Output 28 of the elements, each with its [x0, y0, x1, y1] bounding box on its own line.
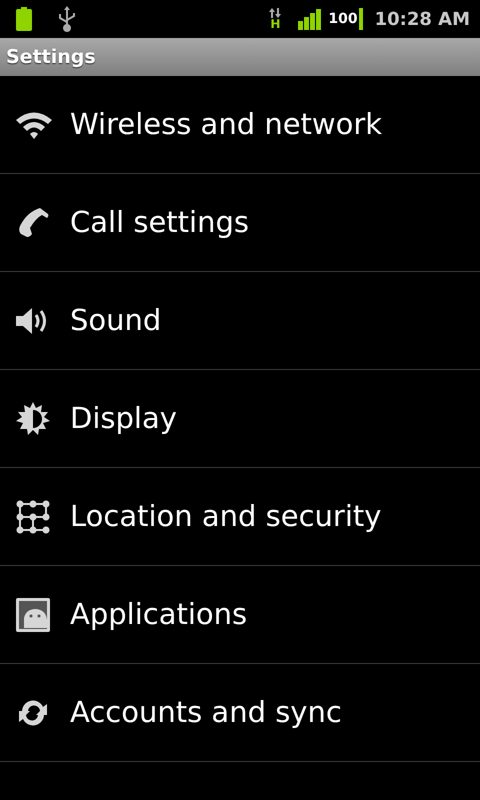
settings-item[interactable]: Display	[0, 370, 480, 468]
clock: 10:28 AM	[374, 8, 470, 32]
item-label: Applications	[70, 596, 248, 633]
settings-item[interactable]: Wireless and network	[0, 76, 480, 174]
settings-item[interactable]: Accounts and sync	[0, 664, 480, 762]
usb-icon	[58, 6, 76, 32]
battery-level-icon	[358, 8, 363, 30]
settings-item[interactable]: Location and security	[0, 468, 480, 566]
item-label: Accounts and sync	[70, 694, 342, 731]
item-label: Sound	[70, 302, 162, 339]
item-label: Display	[70, 400, 177, 437]
settings-item[interactable]: Call settings	[0, 174, 480, 272]
item-label: Wireless and network	[70, 106, 382, 143]
settings-item[interactable]: Sound	[0, 272, 480, 370]
pattern-grid-icon	[16, 500, 50, 534]
brightness-icon	[16, 402, 50, 436]
signal-strength: 100	[328, 10, 358, 28]
network-type: H	[270, 18, 280, 30]
item-label: Call settings	[70, 204, 249, 241]
data-arrows-icon	[268, 8, 282, 18]
sync-icon	[16, 698, 50, 728]
item-label: Location and security	[70, 498, 382, 535]
battery-icon	[16, 7, 32, 31]
signal-icon	[298, 8, 322, 30]
settings-item[interactable]: Applications	[0, 566, 480, 664]
robot-box-icon	[16, 598, 50, 632]
screen-title: Settings	[6, 44, 96, 70]
wifi-icon	[16, 110, 52, 138]
